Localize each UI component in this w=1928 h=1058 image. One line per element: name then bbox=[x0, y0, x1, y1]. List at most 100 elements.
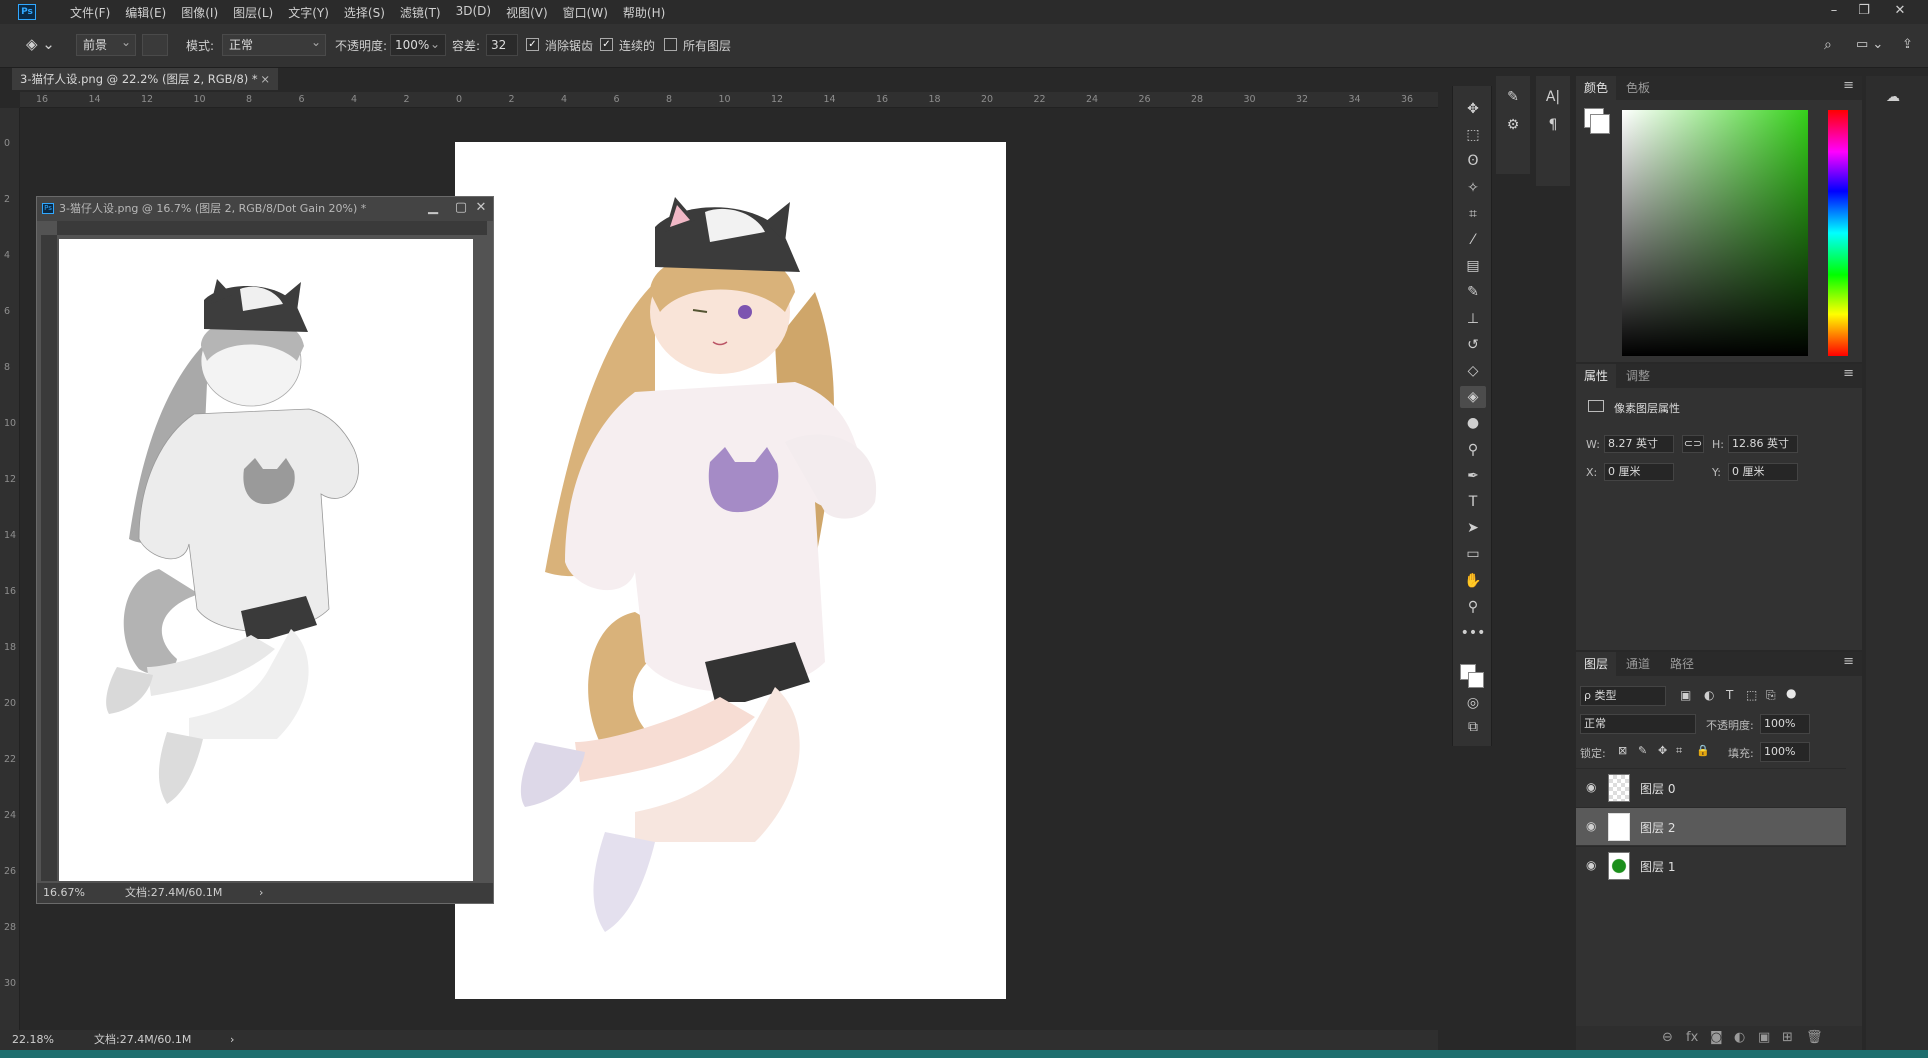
background-color-swatch[interactable] bbox=[1590, 114, 1610, 134]
layer-opacity-input[interactable]: 100% bbox=[1760, 714, 1810, 734]
type-tool-icon[interactable]: T bbox=[1460, 491, 1486, 513]
toolbox-background-swatch[interactable] bbox=[1468, 672, 1484, 688]
menu-edit[interactable]: 编辑(E) bbox=[125, 4, 166, 21]
lock-position-icon[interactable]: ✥ bbox=[1658, 744, 1667, 757]
lasso-tool-icon[interactable]: ʘ bbox=[1460, 150, 1486, 172]
pattern-picker[interactable] bbox=[142, 34, 168, 56]
visibility-eye-icon[interactable]: ◉ bbox=[1586, 819, 1596, 833]
brush-settings-icon[interactable]: ✎ bbox=[1500, 86, 1526, 108]
hand-tool-icon[interactable]: ✋ bbox=[1460, 570, 1486, 592]
close-button[interactable]: ✕ bbox=[1886, 0, 1914, 24]
lock-pixels-icon[interactable]: ✎ bbox=[1638, 744, 1647, 757]
workspace-icon[interactable]: ▭ ⌄ bbox=[1856, 37, 1883, 52]
float-close-button[interactable]: ✕ bbox=[467, 197, 495, 219]
restore-button[interactable]: ❐ bbox=[1850, 0, 1878, 24]
tolerance-input[interactable]: 32 bbox=[486, 34, 518, 56]
tab-properties[interactable]: 属性 bbox=[1576, 364, 1617, 388]
filter-type-icon[interactable]: T bbox=[1726, 688, 1733, 702]
brush-tool-icon[interactable]: ✎ bbox=[1460, 281, 1486, 303]
creative-cloud-icon[interactable]: ☁ bbox=[1880, 86, 1906, 108]
close-tab-icon[interactable]: × bbox=[260, 68, 270, 90]
filter-smart-object-icon[interactable]: ⎘ bbox=[1766, 688, 1776, 703]
all-layers-checkbox[interactable] bbox=[664, 38, 677, 51]
eyedropper-tool-icon[interactable]: ⁄ bbox=[1460, 229, 1486, 251]
horizontal-ruler[interactable]: 16 14 12 10 8 6 4 2 0 2 4 6 8 10 12 14 16 18 20 22 24 26 28 30 3… bbox=[20, 92, 1438, 108]
healing-brush-tool-icon[interactable]: ▤ bbox=[1460, 255, 1486, 277]
tab-layers[interactable]: 图层 bbox=[1576, 652, 1617, 676]
float-document-canvas[interactable] bbox=[59, 239, 473, 881]
height-input[interactable]: 12.86 英寸 bbox=[1728, 435, 1798, 453]
visibility-eye-icon[interactable]: ◉ bbox=[1586, 858, 1596, 872]
width-input[interactable]: 8.27 英寸 bbox=[1604, 435, 1674, 453]
menu-select[interactable]: 选择(S) bbox=[344, 4, 385, 21]
visibility-eye-icon[interactable]: ◉ bbox=[1586, 780, 1596, 794]
menu-window[interactable]: 窗口(W) bbox=[563, 4, 608, 21]
properties-panel-menu-icon[interactable]: ≡ bbox=[1843, 366, 1854, 381]
zoom-tool-icon[interactable]: ⚲ bbox=[1460, 596, 1486, 618]
y-input[interactable]: 0 厘米 bbox=[1728, 463, 1798, 481]
menu-view[interactable]: 视图(V) bbox=[506, 4, 548, 21]
layer-row[interactable]: ◉ 图层 2 bbox=[1576, 807, 1846, 845]
tab-color[interactable]: 颜色 bbox=[1576, 76, 1617, 100]
opacity-chevron-icon[interactable]: ⌄ bbox=[430, 37, 440, 51]
menu-layer[interactable]: 图层(L) bbox=[233, 4, 273, 21]
paint-bucket-preset-icon[interactable]: ◈ ⌄ bbox=[26, 35, 66, 57]
new-group-icon[interactable]: ▣ bbox=[1758, 1030, 1770, 1045]
photoshop-logo-icon[interactable]: Ps bbox=[18, 4, 36, 20]
search-icon[interactable]: ⌕ bbox=[1824, 37, 1832, 53]
antialias-checkbox[interactable]: ✓ bbox=[526, 38, 539, 51]
magic-wand-tool-icon[interactable]: ✧ bbox=[1460, 177, 1486, 199]
menu-image[interactable]: 图像(I) bbox=[181, 4, 218, 21]
lock-all-icon[interactable]: 🔒 bbox=[1696, 744, 1710, 757]
more-tools-icon[interactable]: ••• bbox=[1460, 622, 1486, 644]
rectangle-tool-icon[interactable]: ▭ bbox=[1460, 543, 1486, 565]
eraser-tool-icon[interactable]: ◇ bbox=[1460, 360, 1486, 382]
filter-adjustment-icon[interactable]: ◐ bbox=[1704, 688, 1714, 702]
new-adjustment-icon[interactable]: ◐ bbox=[1734, 1030, 1745, 1045]
share-icon[interactable]: ⇪ bbox=[1902, 37, 1913, 52]
color-panel-menu-icon[interactable]: ≡ bbox=[1843, 78, 1854, 93]
link-layers-icon[interactable]: ⊖ bbox=[1662, 1030, 1673, 1045]
layer-row[interactable]: ◉ 图层 1 bbox=[1576, 846, 1846, 884]
filter-shape-icon[interactable]: ⬚ bbox=[1746, 688, 1757, 702]
tab-channels[interactable]: 通道 bbox=[1618, 652, 1658, 676]
zoom-level[interactable]: 22.18% bbox=[12, 1030, 54, 1050]
menu-file[interactable]: 文件(F) bbox=[70, 4, 110, 21]
paragraph-panel-icon[interactable]: ¶ bbox=[1540, 114, 1566, 136]
layers-panel-menu-icon[interactable]: ≡ bbox=[1843, 654, 1854, 669]
blend-mode-dropdown[interactable]: 正常 bbox=[1580, 714, 1696, 734]
layer-name[interactable]: 图层 2 bbox=[1640, 819, 1675, 836]
float-minimize-button[interactable]: ▁ bbox=[419, 197, 447, 219]
new-layer-icon[interactable]: ⊞ bbox=[1782, 1030, 1793, 1045]
mode-dropdown[interactable]: 正常 bbox=[222, 32, 326, 56]
fill-source-dropdown[interactable]: 前景 bbox=[76, 32, 136, 56]
menu-help[interactable]: 帮助(H) bbox=[623, 4, 665, 21]
vertical-ruler[interactable]: 0 2 4 6 8 10 12 14 16 18 20 22 24 26 28 30 bbox=[0, 108, 20, 1030]
document-tab[interactable]: 3-猫仔人设.png @ 22.2% (图层 2, RGB/8) * × bbox=[12, 68, 278, 90]
character-panel-icon[interactable]: A| bbox=[1540, 86, 1566, 108]
clone-stamp-tool-icon[interactable]: ⊥ bbox=[1460, 308, 1486, 330]
layer-style-icon[interactable]: fx bbox=[1686, 1030, 1698, 1045]
lock-artboard-icon[interactable]: ⌗ bbox=[1676, 744, 1682, 758]
link-dimensions-icon[interactable]: ⊂⊃ bbox=[1682, 435, 1704, 453]
pen-tool-icon[interactable]: ✒ bbox=[1460, 465, 1486, 487]
delete-layer-icon[interactable]: 🗑 bbox=[1806, 1030, 1823, 1045]
layer-name[interactable]: 图层 0 bbox=[1640, 780, 1675, 797]
quick-mask-icon[interactable]: ◎ bbox=[1460, 692, 1486, 714]
float-status-arrow-icon[interactable]: › bbox=[259, 883, 263, 903]
floating-document-window[interactable]: Ps 3-猫仔人设.png @ 16.7% (图层 2, RGB/8/Dot G… bbox=[36, 196, 494, 904]
screen-mode-icon[interactable]: ⧉ bbox=[1460, 716, 1486, 738]
document-canvas[interactable] bbox=[455, 142, 1006, 999]
path-selection-tool-icon[interactable]: ➤ bbox=[1460, 517, 1486, 539]
crop-tool-icon[interactable]: ⌗ bbox=[1460, 203, 1486, 225]
move-tool-icon[interactable]: ✥ bbox=[1460, 98, 1486, 120]
marquee-tool-icon[interactable]: ⬚ bbox=[1460, 124, 1486, 146]
filter-pixel-icon[interactable]: ▣ bbox=[1680, 688, 1691, 702]
adjust-icon[interactable]: ⚙ bbox=[1500, 114, 1526, 136]
status-arrow-icon[interactable]: › bbox=[230, 1030, 234, 1050]
paint-bucket-tool-icon[interactable]: ◈ bbox=[1460, 386, 1486, 409]
tab-swatches[interactable]: 色板 bbox=[1618, 76, 1658, 100]
float-zoom-level[interactable]: 16.67% bbox=[43, 883, 85, 903]
menu-type[interactable]: 文字(Y) bbox=[288, 4, 329, 21]
contiguous-checkbox[interactable]: ✓ bbox=[600, 38, 613, 51]
